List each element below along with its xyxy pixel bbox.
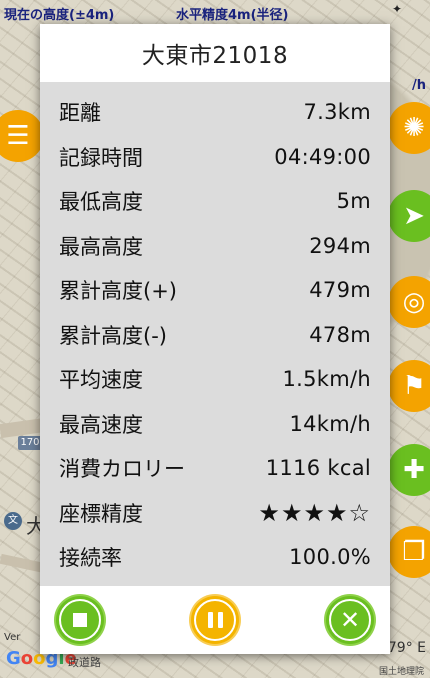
dialog-title: 大東市21018 [141,43,289,69]
close-icon: ✕ [339,606,361,634]
pause-button-inner [194,599,236,641]
stat-value: 5m [336,189,371,214]
track-summary-dialog: 大東市21018 距離 7.3km 記録時間 04:49:00 最低高度 5m 最高高… [40,24,390,654]
stat-label: 最高高度 [59,234,143,259]
pause-icon [207,612,223,628]
stat-value: 1.5km/h [282,367,371,392]
target-icon: ◎ [402,287,426,317]
compass-icon[interactable]: ✦ [392,2,402,16]
stat-row-distance: 距離 7.3km [59,90,371,135]
stat-row-avg-speed: 平均速度 1.5km/h [59,357,371,402]
stat-label: 最高速度 [59,412,143,437]
stat-value: 294m [309,233,371,258]
speed-unit-fragment: /h [411,78,426,93]
map-pin-icon: ⚑ [402,371,426,401]
stat-value: 479m [309,278,371,303]
altitude-status: 現在の高度(±4m) [4,8,115,23]
stat-row-max-speed: 最高速度 14km/h [59,402,371,447]
close-button[interactable]: ✕ [326,596,374,644]
stat-value: 04:49:00 [274,144,371,169]
navigation-icon: ➤ [403,201,425,231]
stat-row-descent: 累計高度(-) 478m [59,313,371,358]
stop-icon [73,613,87,627]
stat-row-duration: 記録時間 04:49:00 [59,135,371,180]
stat-label: 接続率 [59,546,122,571]
stat-row-max-altitude: 最高高度 294m [59,224,371,269]
dialog-header: 大東市21018 [40,24,390,82]
stat-row-accuracy: 座標精度 ★★★★☆ [59,491,371,536]
stat-value: 478m [309,322,371,347]
school-marker: 文 [4,512,22,530]
stat-value: 100.0% [289,545,371,570]
pause-button[interactable] [191,596,239,644]
stat-label: 最低高度 [59,190,143,215]
stat-label: 累計高度(+) [59,279,177,304]
map-road-label: 政道路 [68,656,101,669]
stat-row-connection-rate: 接続率 100.0% [59,535,371,580]
stop-button[interactable] [56,596,104,644]
stat-row-ascent: 累計高度(+) 479m [59,268,371,313]
map-version-text: Ver [4,632,21,643]
stat-value: 14km/h [289,411,371,436]
map-copyright: 国土地理院 [378,667,424,677]
stat-value: 7.3km [303,100,371,125]
gear-icon: ✺ [403,113,425,143]
stat-row-calories: 消費カロリー 1116 kcal [59,446,371,491]
layers-icon: ❐ [402,537,426,567]
close-button-inner: ✕ [329,599,371,641]
stat-label: 平均速度 [59,368,143,393]
stats-list: 距離 7.3km 記録時間 04:49:00 最低高度 5m 最高高度 294m 累計高… [40,82,390,580]
stat-label: 記録時間 [59,145,143,170]
dialog-footer: ✕ [40,586,390,654]
stat-row-min-altitude: 最低高度 5m [59,179,371,224]
stat-label: 座標精度 [59,501,143,526]
map-coordinate: 79° E [387,640,426,656]
stat-label: 距離 [59,101,101,126]
menu-icon: ☰ [6,121,30,151]
accuracy-rating: ★★★★☆ [258,498,371,527]
stat-label: 累計高度(-) [59,323,167,348]
hiking-icon: ✚ [403,455,425,485]
stat-label: 消費カロリー [59,457,185,482]
accuracy-status: 水平精度4m(半径) [176,8,289,23]
route-shield: 170 [18,436,42,450]
stat-value: 1116 kcal [265,456,371,481]
stop-button-inner [59,599,101,641]
